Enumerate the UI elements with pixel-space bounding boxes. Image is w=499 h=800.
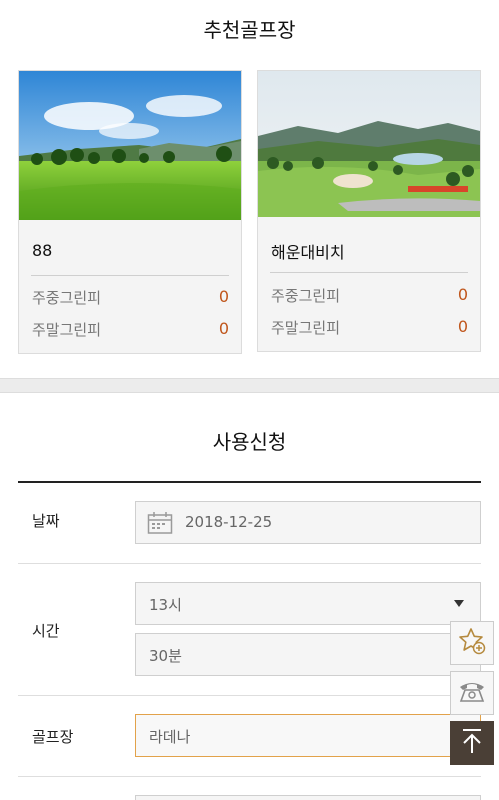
course-value: 라데나: [149, 728, 191, 746]
date-value: 2018-12-25: [185, 513, 273, 531]
weekday-fee-row: 주중그린피 0: [271, 285, 468, 309]
time-label: 시간: [32, 622, 60, 640]
row-divider: [18, 695, 481, 696]
minute-value: 30분: [149, 647, 182, 665]
course-photo[interactable]: [258, 71, 480, 217]
course-card-haeundae-beach[interactable]: 해운대비치 주중그린피 0 주말그린피 0: [257, 70, 481, 352]
hour-select[interactable]: 13시: [135, 582, 481, 625]
weekend-fee-label: 주말그린피: [32, 321, 102, 339]
scroll-top-button[interactable]: [450, 721, 494, 765]
row-divider: [18, 563, 481, 564]
calendar-icon: [147, 511, 173, 539]
row-divider: [18, 776, 481, 777]
date-field[interactable]: 2018-12-25: [135, 501, 481, 544]
weekend-fee-label: 주말그린피: [271, 319, 341, 337]
star-plus-icon: [457, 626, 487, 660]
course-name: 88: [32, 241, 53, 260]
card-divider: [31, 275, 229, 276]
phone-button[interactable]: [450, 671, 494, 715]
arrow-up-icon: [460, 727, 484, 759]
weekday-fee-row: 주중그린피 0: [32, 287, 229, 311]
course-card-88[interactable]: 88 주중그린피 0 주말그린피 0: [18, 70, 242, 354]
weekday-fee-label: 주중그린피: [271, 287, 341, 305]
card-divider: [270, 272, 468, 273]
weekday-fee-value: 0: [218, 287, 229, 306]
course-name: 해운대비치: [271, 243, 345, 262]
weekend-fee-value: 0: [457, 317, 468, 336]
form-top-border: [18, 481, 481, 483]
weekday-fee-value: 0: [457, 285, 468, 304]
weekend-fee-value: 0: [218, 319, 229, 338]
section-divider: [0, 378, 499, 393]
date-label: 날짜: [32, 512, 60, 530]
weekend-fee-row: 주말그린피 0: [32, 319, 229, 343]
telephone-icon: [457, 678, 487, 708]
weekend-fee-row: 주말그린피 0: [271, 317, 468, 341]
weekday-fee-label: 주중그린피: [32, 289, 102, 307]
course-select[interactable]: 라데나: [135, 714, 481, 757]
course-photo[interactable]: [19, 71, 241, 220]
next-field[interactable]: [135, 795, 481, 800]
dropdown-arrow-icon: [454, 600, 464, 607]
minute-select[interactable]: 30분: [135, 633, 481, 676]
course-label: 골프장: [32, 728, 74, 746]
recommended-title: 추천골프장: [203, 18, 296, 42]
favorite-button[interactable]: [450, 621, 494, 665]
application-title: 사용신청: [212, 430, 287, 454]
hour-value: 13시: [149, 596, 182, 614]
